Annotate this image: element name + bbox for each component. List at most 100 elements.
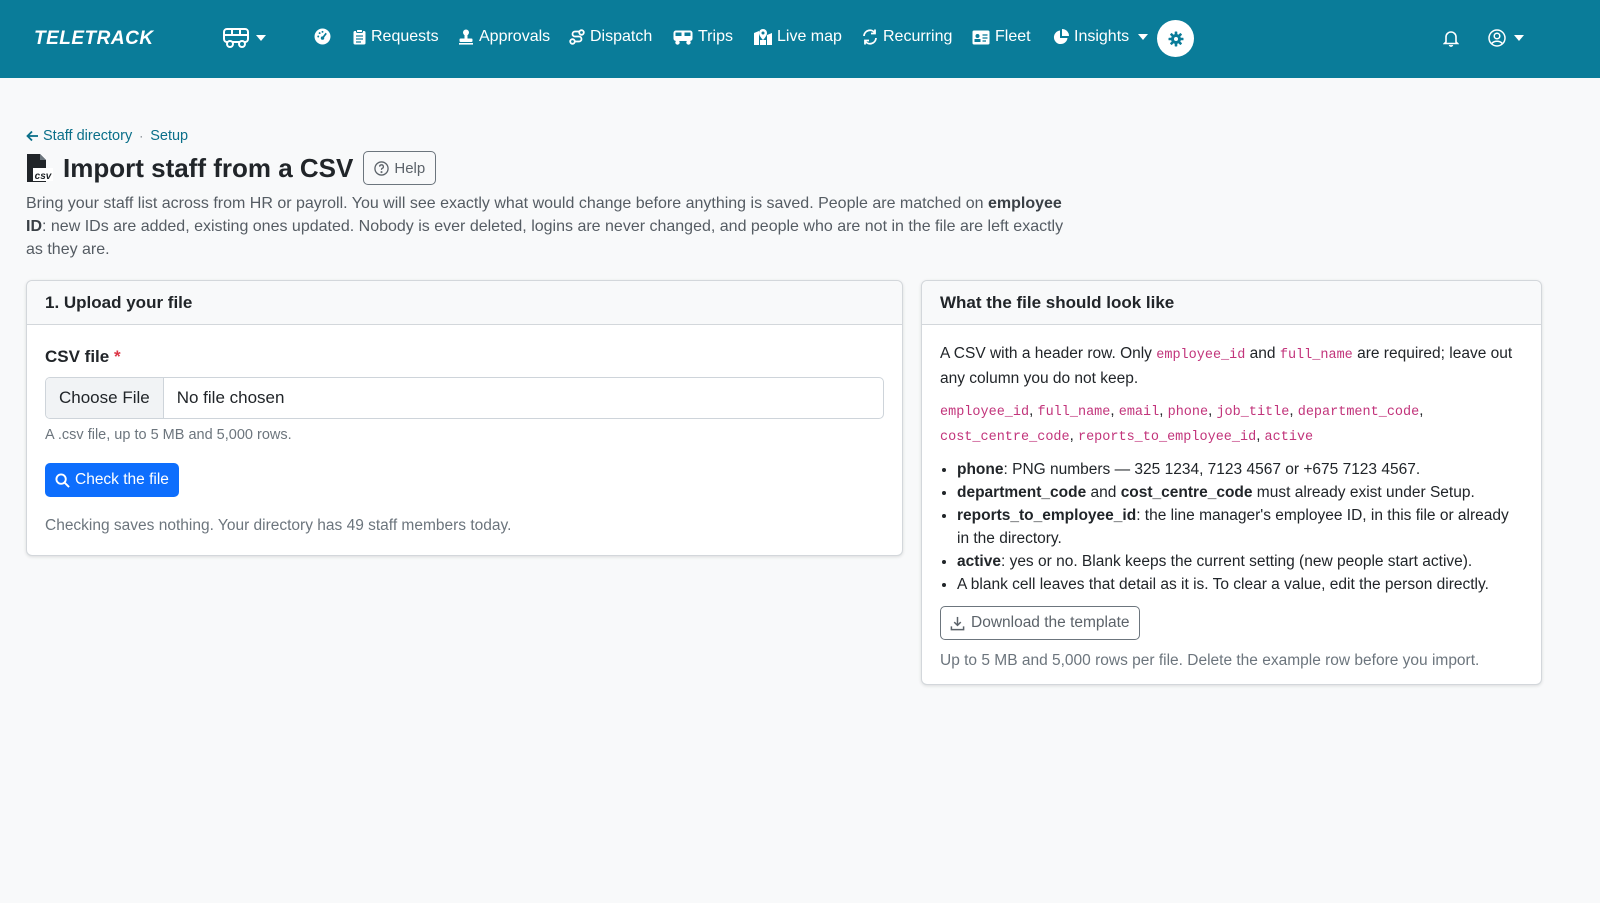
column-name: email xyxy=(1118,405,1160,420)
column-name: job_title xyxy=(1216,405,1290,420)
file-hint: A .csv file, up to 5 MB and 5,000 rows. xyxy=(45,427,292,443)
nav-dispatch[interactable]: Dispatch xyxy=(569,28,652,46)
arrow-left-icon xyxy=(26,130,38,142)
rule-text: A blank cell leaves that detail as it is… xyxy=(957,576,1489,593)
column-list: employee_id, full_name, email, phone, jo… xyxy=(940,402,1424,445)
column-name: department_code xyxy=(1297,405,1420,420)
rule-text: : PNG numbers — 325 1234, 7123 4567 or +… xyxy=(1003,461,1421,478)
brand-logo[interactable]: TELETRACK xyxy=(34,28,154,50)
nav-insights[interactable]: Insights xyxy=(1053,28,1149,46)
bus-icon xyxy=(223,28,249,48)
chevron-down-icon xyxy=(256,35,266,41)
rule-text: : yes or no. Blank keeps the current set… xyxy=(1000,553,1473,570)
nav-fleet-label: Fleet xyxy=(995,28,1031,45)
file-format-card: What the file should look like A CSV wit… xyxy=(921,280,1542,685)
clipboard-icon xyxy=(353,29,366,45)
nav-requests-label: Requests xyxy=(371,28,439,45)
page-title-row: csv Import staff from a CSV Help xyxy=(26,151,437,185)
rule-key: cost_centre_code xyxy=(1120,484,1253,501)
format-rules-list: phone: PNG numbers — 325 1234, 7123 4567… xyxy=(940,458,1523,596)
help-label: Help xyxy=(394,159,426,177)
stamp-icon xyxy=(459,29,473,45)
nav-dispatch-label: Dispatch xyxy=(590,28,653,45)
download-template-button[interactable]: Download the template xyxy=(940,606,1140,640)
column-name: cost_centre_code xyxy=(940,430,1070,445)
csv-file-label-text: CSV file xyxy=(45,347,110,366)
csv-file-icon: csv xyxy=(27,154,53,182)
user-menu-button[interactable] xyxy=(1488,29,1524,47)
breadcrumb-back-link[interactable]: Staff directory xyxy=(26,128,132,144)
rule-key: phone xyxy=(957,461,1004,478)
file-status: No file chosen xyxy=(176,388,285,407)
rule-key: department_code xyxy=(957,484,1087,501)
nav-dashboard[interactable] xyxy=(314,28,331,45)
directory-note: Checking saves nothing. Your directory h… xyxy=(45,517,512,534)
nav-live-map-label: Live map xyxy=(777,28,842,45)
list-item: department_code and cost_centre_code mus… xyxy=(957,481,1523,504)
format-intro-and: and xyxy=(1245,345,1280,362)
csv-file-input[interactable]: Choose File No file chosen xyxy=(45,377,884,419)
list-item: reports_to_employee_id: the line manager… xyxy=(957,504,1523,550)
choose-file-button[interactable]: Choose File xyxy=(46,378,164,418)
column-name: active xyxy=(1264,430,1314,445)
nav-approvals[interactable]: Approvals xyxy=(458,28,550,46)
help-button[interactable]: Help xyxy=(363,151,437,185)
nav-recurring[interactable]: Recurring xyxy=(862,28,952,46)
format-intro: A CSV with a header row. Only employee_i… xyxy=(940,342,1523,390)
gear-icon xyxy=(1168,31,1183,46)
check-file-label: Check the file xyxy=(75,471,169,488)
required-column-1: employee_id xyxy=(1156,348,1246,363)
rule-text: and xyxy=(1086,484,1121,501)
column-name: reports_to_employee_id xyxy=(1077,430,1257,445)
file-format-card-header: What the file should look like xyxy=(922,281,1541,325)
nav-trips-label: Trips xyxy=(698,28,733,45)
column-name: full_name xyxy=(1037,405,1111,420)
list-item: active: yes or no. Blank keeps the curre… xyxy=(957,550,1523,573)
settings-button[interactable] xyxy=(1157,20,1194,57)
dashboard-icon xyxy=(314,28,331,45)
vehicle-menu-button[interactable] xyxy=(222,27,266,49)
breadcrumb-back-label: Staff directory xyxy=(43,128,133,144)
rule-text: must already exist under Setup. xyxy=(1252,484,1475,501)
required-column-2: full_name xyxy=(1279,348,1353,363)
list-item: phone: PNG numbers — 325 1234, 7123 4567… xyxy=(957,458,1523,481)
user-circle-icon xyxy=(1488,29,1506,47)
csv-file-label: CSV file * xyxy=(45,347,884,367)
column-name: phone xyxy=(1167,405,1209,420)
chevron-down-icon xyxy=(1514,35,1524,41)
upload-card-header: 1. Upload your file xyxy=(27,281,902,325)
notifications-button[interactable] xyxy=(1442,29,1460,52)
nav-trips[interactable]: Trips xyxy=(673,28,733,46)
van-icon xyxy=(673,30,693,45)
nav-live-map[interactable]: Live map xyxy=(754,28,842,46)
upload-card: 1. Upload your file CSV file * Choose Fi… xyxy=(26,280,903,556)
svg-text:csv: csv xyxy=(35,171,53,182)
bell-icon xyxy=(1442,31,1460,47)
breadcrumb-separator: · xyxy=(139,129,144,143)
route-icon xyxy=(569,29,585,45)
breadcrumb: Staff directory · Setup xyxy=(26,128,188,144)
search-icon xyxy=(55,472,70,488)
intro-text-2: : new IDs are added, existing ones updat… xyxy=(26,218,1064,258)
question-circle-icon xyxy=(374,160,390,176)
pie-chart-icon xyxy=(1053,29,1069,45)
breadcrumb-setup-link[interactable]: Setup xyxy=(150,128,188,144)
check-file-button[interactable]: Check the file xyxy=(45,463,179,497)
chevron-down-icon xyxy=(1138,34,1149,40)
required-mark: * xyxy=(113,347,121,366)
list-item: A blank cell leaves that detail as it is… xyxy=(957,573,1523,596)
nav-requests[interactable]: Requests xyxy=(353,28,439,46)
id-card-icon xyxy=(972,30,990,44)
nav-approvals-label: Approvals xyxy=(479,28,551,45)
intro-text-1: Bring your staff list across from HR or … xyxy=(26,195,988,212)
rule-key: active xyxy=(957,553,1001,570)
format-footer: Up to 5 MB and 5,000 rows per file. Dele… xyxy=(940,652,1480,669)
rule-key: reports_to_employee_id xyxy=(957,507,1137,524)
map-marker-icon xyxy=(754,29,772,45)
download-icon xyxy=(950,616,965,630)
download-template-label: Download the template xyxy=(971,614,1130,631)
repeat-icon xyxy=(863,29,877,45)
nav-fleet[interactable]: Fleet xyxy=(972,28,1031,46)
page-intro: Bring your staff list across from HR or … xyxy=(26,192,1076,261)
nav-insights-label: Insights xyxy=(1074,28,1130,45)
